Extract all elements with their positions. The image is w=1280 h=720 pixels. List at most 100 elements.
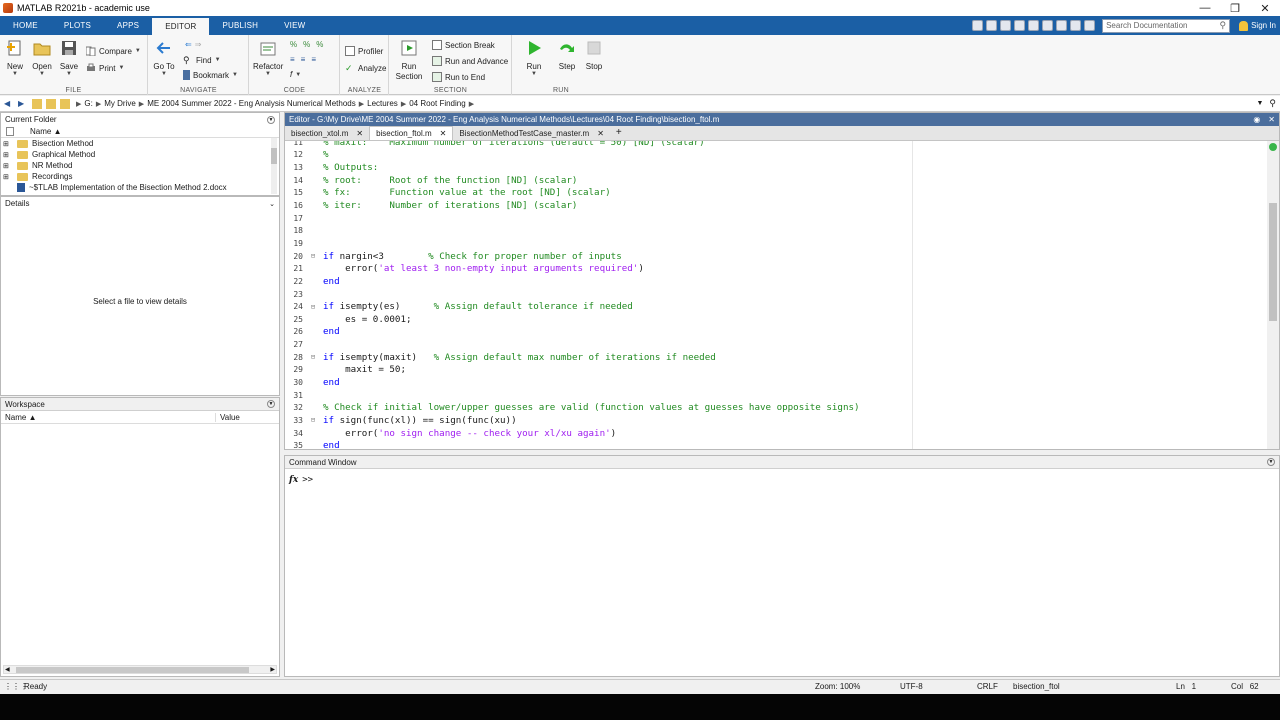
code-text[interactable]: end xyxy=(323,276,340,287)
code-line[interactable]: 29 maxit = 50; xyxy=(285,364,1279,377)
fold-toggle-icon[interactable]: ⊟ xyxy=(303,303,323,311)
current-function[interactable]: bisection_ftol xyxy=(1013,682,1060,691)
workspace-value-header[interactable]: Value xyxy=(215,412,240,422)
code-line[interactable]: 23 xyxy=(285,288,1279,301)
sign-in-link[interactable]: Sign In xyxy=(1239,20,1276,31)
workspace-horizontal-scrollbar[interactable]: ◀ ▶ xyxy=(3,665,277,674)
tab-home[interactable]: HOME xyxy=(0,16,51,35)
editor-scroll-thumb[interactable] xyxy=(1269,203,1277,321)
code-line[interactable]: 17 xyxy=(285,212,1279,225)
editor-tab-bisection-ftol[interactable]: bisection_ftol.m ✕ xyxy=(369,126,454,140)
fold-toggle-icon[interactable]: ⊟ xyxy=(303,252,323,260)
scroll-left-icon[interactable]: ◀ xyxy=(5,666,10,673)
line-number[interactable]: 12 xyxy=(285,150,303,159)
panel-menu-icon[interactable]: ▼ xyxy=(1267,458,1275,466)
code-line[interactable]: 27 xyxy=(285,338,1279,351)
code-text[interactable]: % iter: Number of iterations [ND] (scala… xyxy=(323,200,577,211)
code-analyzer-ok-icon[interactable] xyxy=(1269,143,1277,151)
line-number[interactable]: 18 xyxy=(285,226,303,235)
line-number[interactable]: 17 xyxy=(285,214,303,223)
new-tab-button[interactable]: + xyxy=(610,125,628,140)
tab-editor[interactable]: EDITOR xyxy=(152,18,210,35)
code-line[interactable]: 22 end xyxy=(285,275,1279,288)
workspace-name-header[interactable]: Name ▲ xyxy=(5,413,215,422)
breadcrumb-lectures[interactable]: Lectures xyxy=(367,99,398,108)
code-text[interactable]: if isempty(es) % Assign default toleranc… xyxy=(323,301,633,312)
line-number[interactable]: 35 xyxy=(285,441,303,449)
back-arrow-icon[interactable]: ◀ xyxy=(4,99,14,109)
section-break-button[interactable]: Section Break xyxy=(432,40,495,50)
fold-toggle-icon[interactable]: ⊟ xyxy=(303,353,323,361)
line-number[interactable]: 29 xyxy=(285,365,303,374)
maximize-button[interactable]: ❐ xyxy=(1220,2,1250,15)
back-forward-buttons[interactable]: ⇐ ⇒ xyxy=(185,40,201,49)
refactor-button[interactable]: Refactor ▼ xyxy=(253,39,283,77)
stop-button[interactable]: Stop xyxy=(579,39,609,71)
code-line[interactable]: 34 error('no sign change -- check your x… xyxy=(285,427,1279,440)
line-number[interactable]: 11 xyxy=(285,141,303,147)
smart-indent-icon[interactable]: ≡ xyxy=(290,55,295,64)
line-number[interactable]: 27 xyxy=(285,340,303,349)
increase-indent-icon[interactable]: ≡ xyxy=(311,55,316,64)
line-number[interactable]: 22 xyxy=(285,277,303,286)
run-to-end-button[interactable]: Run to End xyxy=(432,72,485,82)
fx-insert-button[interactable]: f ▼ xyxy=(290,70,301,79)
line-number[interactable]: 13 xyxy=(285,163,303,172)
code-line[interactable]: 20 ⊟ if nargin<3 % Check for proper number… xyxy=(285,250,1279,263)
folder-scrollbar[interactable] xyxy=(271,138,277,194)
breadcrumb-root-finding[interactable]: 04 Root Finding xyxy=(409,99,465,108)
comment-icon[interactable]: % xyxy=(290,40,297,49)
line-number[interactable]: 33 xyxy=(285,416,303,425)
code-text[interactable]: error('no sign change -- check your xl/x… xyxy=(323,428,616,439)
step-button[interactable]: Step xyxy=(552,39,582,71)
expand-icon[interactable]: ⊞ xyxy=(3,173,11,181)
open-button[interactable]: Open ▼ xyxy=(27,39,57,77)
line-number[interactable]: 20 xyxy=(285,252,303,261)
address-dropdown-icon[interactable]: ▼ xyxy=(1256,100,1263,107)
code-text[interactable]: if sign(func(xl)) == sign(func(xu)) xyxy=(323,415,517,426)
line-number[interactable]: 19 xyxy=(285,239,303,248)
line-number[interactable]: 31 xyxy=(285,391,303,400)
up-folder-icon[interactable] xyxy=(32,98,42,109)
code-text[interactable]: es = 0.0001; xyxy=(323,314,411,325)
wrap-comments-icon[interactable]: % xyxy=(316,40,323,49)
close-panel-icon[interactable]: ✕ xyxy=(1268,115,1275,124)
line-number[interactable]: 25 xyxy=(285,315,303,324)
code-text[interactable]: % maxit: Maximum number of iterations (d… xyxy=(323,141,705,148)
code-line[interactable]: 32 % Check if initial lower/upper guesses… xyxy=(285,401,1279,414)
editor-tab-bisection-xtol[interactable]: bisection_xtol.m ✕ xyxy=(285,127,369,140)
folder-row[interactable]: ⊞ Graphical Method xyxy=(1,149,279,160)
editor-tab-testcase-master[interactable]: BisectionMethodTestCase_master.m ✕ xyxy=(453,127,610,140)
folder-row[interactable]: ⊞ Bisection Method xyxy=(1,138,279,149)
panel-menu-icon[interactable]: ▼ xyxy=(267,400,275,408)
redo-quick-icon[interactable] xyxy=(1042,20,1054,31)
undo-quick-icon[interactable] xyxy=(1028,20,1040,31)
code-text[interactable]: error('at least 3 non-empty input argume… xyxy=(323,263,644,274)
copy-quick-icon[interactable] xyxy=(1000,20,1012,31)
line-number[interactable]: 34 xyxy=(285,429,303,438)
current-folder-address-bar[interactable]: ◀ ▶ ▶ G: ▶ My Drive ▶ ME 2004 Summer 202… xyxy=(0,96,1280,112)
uncomment-icon[interactable]: % xyxy=(303,40,310,49)
breadcrumb-drive[interactable]: G: xyxy=(84,99,92,108)
line-number[interactable]: 26 xyxy=(285,327,303,336)
expand-icon[interactable]: ⊞ xyxy=(3,162,11,170)
folder-row[interactable]: ⊞ NR Method xyxy=(1,160,279,171)
line-number[interactable]: 32 xyxy=(285,403,303,412)
code-text[interactable]: if isempty(maxit) % Assign default max n… xyxy=(323,352,716,363)
community-icon[interactable] xyxy=(1084,20,1096,31)
profiler-button[interactable]: Profiler xyxy=(345,46,383,56)
code-line[interactable]: 30 end xyxy=(285,376,1279,389)
tab-apps[interactable]: APPS xyxy=(104,16,152,35)
code-text[interactable]: % fx: Function value at the root [ND] (s… xyxy=(323,187,611,198)
breadcrumb-my-drive[interactable]: My Drive xyxy=(104,99,136,108)
browse-folder-icon[interactable] xyxy=(46,98,56,109)
help-icon[interactable] xyxy=(1070,20,1082,31)
tab-publish[interactable]: PUBLISH xyxy=(209,16,271,35)
expand-icon[interactable]: ⊞ xyxy=(3,151,11,159)
line-number[interactable]: 23 xyxy=(285,290,303,299)
minimize-button[interactable]: — xyxy=(1190,2,1220,14)
breadcrumb-course[interactable]: ME 2004 Summer 2022 - Eng Analysis Numer… xyxy=(147,99,356,108)
line-number[interactable]: 28 xyxy=(285,353,303,362)
panel-menu-icon[interactable]: ▼ xyxy=(267,115,275,124)
code-line[interactable]: 14 % root: Root of the function [ND] (sca… xyxy=(285,174,1279,187)
